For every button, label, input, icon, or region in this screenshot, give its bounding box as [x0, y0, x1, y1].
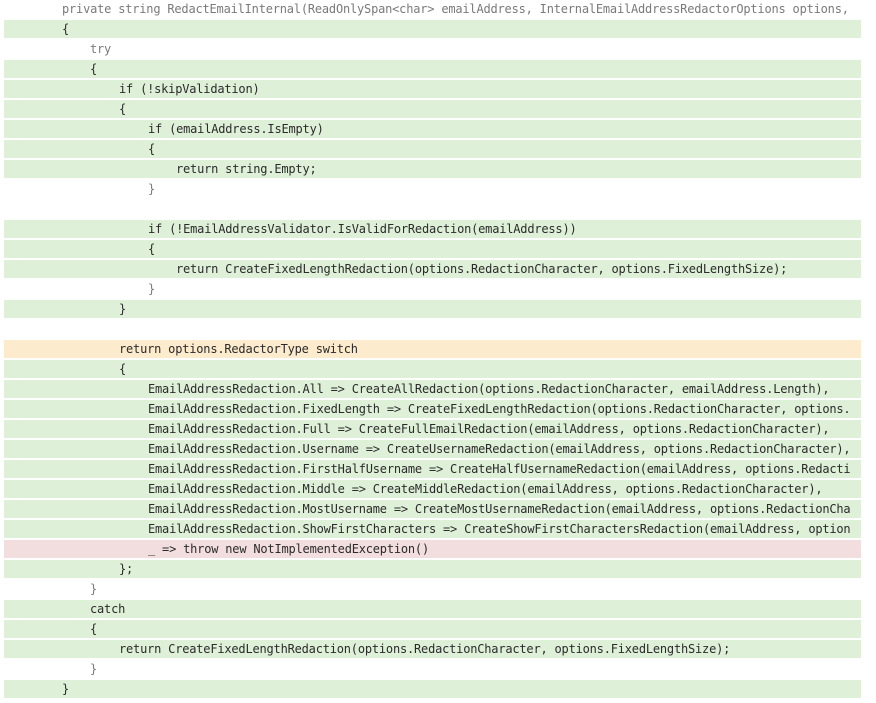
code-line: return CreateFixedLengthRedaction(option…: [4, 260, 861, 280]
code-text: {: [119, 362, 127, 376]
code-text: }: [90, 582, 98, 596]
code-text: if (!skipValidation): [119, 82, 260, 96]
code-text: }: [119, 302, 127, 316]
code-text: _ => throw new NotImplementedException(): [148, 542, 429, 556]
code-text: {: [119, 102, 127, 116]
code-line: EmailAddressRedaction.Username => Create…: [4, 440, 861, 460]
code-line: {: [4, 360, 861, 380]
code-text: }: [148, 282, 156, 296]
code-line: if (!EmailAddressValidator.IsValidForRed…: [4, 220, 861, 240]
code-line: _ => throw new NotImplementedException(): [4, 540, 861, 560]
code-line: return options.RedactorType switch: [4, 340, 861, 360]
code-text: EmailAddressRedaction.Full => CreateFull…: [148, 422, 830, 436]
code-line: EmailAddressRedaction.MostUsername => Cr…: [4, 500, 861, 520]
code-line: EmailAddressRedaction.Middle => CreateMi…: [4, 480, 861, 500]
code-line: }: [4, 300, 861, 320]
code-line: return CreateFixedLengthRedaction(option…: [4, 640, 861, 660]
code-line: return string.Empty;: [4, 160, 861, 180]
code-text: return options.RedactorType switch: [119, 342, 358, 356]
code-line: {: [4, 240, 861, 260]
code-line: EmailAddressRedaction.Full => CreateFull…: [4, 420, 861, 440]
code-text: {: [148, 142, 156, 156]
code-line: {: [4, 140, 861, 160]
code-text: catch: [90, 602, 126, 616]
code-line: {: [4, 20, 861, 40]
code-text: return string.Empty;: [176, 162, 317, 176]
code-line: }: [4, 580, 861, 600]
code-text: private string RedactEmailInternal(ReadO…: [62, 2, 849, 16]
code-line: if (emailAddress.IsEmpty): [4, 120, 861, 140]
code-line: }: [4, 180, 861, 200]
code-line: [4, 200, 861, 220]
code-text: EmailAddressRedaction.MostUsername => Cr…: [148, 502, 851, 516]
code-line: try: [4, 40, 861, 60]
code-text: EmailAddressRedaction.FixedLength => Cre…: [148, 402, 851, 416]
code-text: EmailAddressRedaction.All => CreateAllRe…: [148, 382, 830, 396]
code-line: EmailAddressRedaction.ShowFirstCharacter…: [4, 520, 861, 540]
code-line: {: [4, 60, 861, 80]
code-text: }: [62, 682, 70, 696]
code-text: EmailAddressRedaction.FirstHalfUsername …: [148, 462, 851, 476]
code-text: if (emailAddress.IsEmpty): [148, 122, 324, 136]
code-line: };: [4, 560, 861, 580]
code-text: {: [62, 22, 70, 36]
code-text: return CreateFixedLengthRedaction(option…: [176, 262, 788, 276]
code-text: EmailAddressRedaction.ShowFirstCharacter…: [148, 522, 851, 536]
code-text: }: [148, 182, 156, 196]
code-text: EmailAddressRedaction.Middle => CreateMi…: [148, 482, 823, 496]
code-coverage-view: private string RedactEmailInternal(ReadO…: [4, 0, 861, 700]
code-line: }: [4, 280, 861, 300]
code-line: }: [4, 660, 861, 680]
code-text: if (!EmailAddressValidator.IsValidForRed…: [148, 222, 577, 236]
code-line: EmailAddressRedaction.All => CreateAllRe…: [4, 380, 861, 400]
code-line: private string RedactEmailInternal(ReadO…: [4, 0, 861, 20]
code-line: catch: [4, 600, 861, 620]
code-line: if (!skipValidation): [4, 80, 861, 100]
code-line: [4, 320, 861, 340]
code-text: {: [148, 242, 156, 256]
code-text: {: [90, 62, 98, 76]
code-line: EmailAddressRedaction.FirstHalfUsername …: [4, 460, 861, 480]
code-text: };: [119, 562, 134, 576]
code-text: return CreateFixedLengthRedaction(option…: [119, 642, 731, 656]
code-line: EmailAddressRedaction.FixedLength => Cre…: [4, 400, 861, 420]
code-line: {: [4, 100, 861, 120]
code-line: }: [4, 680, 861, 700]
code-text: try: [90, 42, 112, 56]
code-line: {: [4, 620, 861, 640]
code-text: {: [90, 622, 98, 636]
code-text: EmailAddressRedaction.Username => Create…: [148, 442, 851, 456]
code-text: }: [90, 662, 98, 676]
